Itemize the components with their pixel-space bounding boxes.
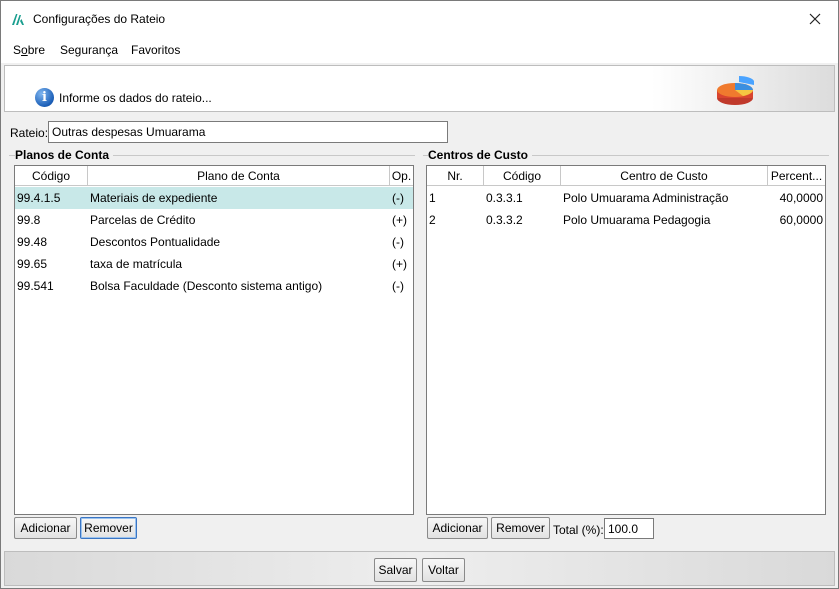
- cell-codigo: 99.48: [17, 235, 48, 249]
- col-nr[interactable]: Nr.: [427, 166, 484, 186]
- cell-codigo: 99.541: [17, 279, 54, 293]
- close-button[interactable]: [792, 1, 838, 37]
- planos-remove-button[interactable]: Remover: [80, 517, 137, 539]
- col-codigo[interactable]: Código: [15, 166, 88, 186]
- centros-table-header: Nr. Código Centro de Custo Percent...: [427, 166, 825, 186]
- col-plano-de-conta[interactable]: Plano de Conta: [88, 166, 390, 186]
- table-row[interactable]: 99.541 Bolsa Faculdade (Desconto sistema…: [15, 275, 413, 297]
- cell-plano: Parcelas de Crédito: [90, 213, 196, 227]
- menu-bar: Sobre Segurança Favoritos: [1, 37, 838, 63]
- col-codigo[interactable]: Código: [484, 166, 561, 186]
- col-op[interactable]: Op.: [390, 166, 413, 186]
- cell-op: (-): [392, 235, 404, 249]
- cell-percent: 60,0000: [779, 213, 823, 227]
- pie-chart-icon: [717, 76, 754, 105]
- rateio-label: Rateio:: [10, 126, 49, 140]
- table-row[interactable]: 99.48 Descontos Pontualidade (-): [15, 231, 413, 253]
- table-row[interactable]: 2 0.3.3.2 Polo Umuarama Pedagogia 60,000…: [427, 209, 825, 231]
- planos-add-button[interactable]: Adicionar: [14, 517, 77, 539]
- window-title: Configurações do Rateio: [33, 12, 166, 26]
- info-banner: i Informe os dados do rateio...: [4, 65, 835, 112]
- menu-favoritos[interactable]: Favoritos: [131, 43, 180, 57]
- menu-favoritos-label: Favoritos: [131, 43, 181, 57]
- table-row[interactable]: 99.8 Parcelas de Crédito (+): [15, 209, 413, 231]
- total-input[interactable]: [604, 518, 654, 539]
- cell-op: (-): [392, 191, 404, 205]
- centros-add-button[interactable]: Adicionar: [427, 517, 488, 539]
- menu-sobre-label: Sobre: [13, 43, 46, 57]
- total-label: Total (%):: [553, 523, 604, 537]
- cell-plano: Materiais de expediente: [90, 191, 218, 205]
- cell-codigo: 0.3.3.2: [486, 213, 523, 227]
- menu-seguranca-label: Segurança: [60, 43, 119, 57]
- centros-table[interactable]: Nr. Código Centro de Custo Percent... 1 …: [426, 165, 826, 515]
- title-bar[interactable]: Configurações do Rateio: [1, 1, 838, 37]
- col-percent[interactable]: Percent...: [768, 166, 825, 186]
- table-row[interactable]: 1 0.3.3.1 Polo Umuarama Administração 40…: [427, 187, 825, 209]
- cell-op: (+): [392, 213, 407, 227]
- cell-centro: Polo Umuarama Administração: [563, 191, 729, 205]
- cell-nr: 1: [429, 191, 436, 205]
- close-icon: [809, 13, 821, 25]
- cell-nr: 2: [429, 213, 436, 227]
- menu-seguranca[interactable]: Segurança: [60, 43, 118, 57]
- table-row[interactable]: 99.4.1.5 Materiais de expediente (-): [15, 187, 413, 209]
- cell-plano: taxa de matrícula: [90, 257, 183, 271]
- cell-codigo: 99.65: [17, 257, 48, 271]
- col-centro-de-custo[interactable]: Centro de Custo: [561, 166, 768, 186]
- cell-plano: Bolsa Faculdade (Desconto sistema antigo…: [90, 279, 323, 293]
- cell-plano: Descontos Pontualidade: [90, 235, 221, 249]
- centros-remove-button[interactable]: Remover: [491, 517, 550, 539]
- planos-table-header: Código Plano de Conta Op.: [15, 166, 413, 186]
- info-icon: i: [35, 88, 54, 107]
- cell-op: (-): [392, 279, 404, 293]
- planos-table[interactable]: Código Plano de Conta Op. 99.4.1.5 Mater…: [14, 165, 414, 515]
- footer-bar: [4, 551, 835, 586]
- centros-group-title: Centros de Custo: [428, 148, 533, 162]
- table-row[interactable]: 99.65 taxa de matrícula (+): [15, 253, 413, 275]
- cell-op: (+): [392, 257, 407, 271]
- planos-group-title: Planos de Conta: [15, 148, 114, 162]
- cell-codigo: 99.8: [17, 213, 41, 227]
- cell-codigo: 99.4.1.5: [17, 191, 61, 205]
- app-logo-icon: [12, 14, 24, 25]
- cell-codigo: 0.3.3.1: [486, 191, 523, 205]
- rateio-input[interactable]: [48, 121, 448, 143]
- menu-sobre[interactable]: Sobre: [13, 43, 45, 57]
- cell-centro: Polo Umuarama Pedagogia: [563, 213, 711, 227]
- back-button[interactable]: Voltar: [422, 558, 465, 582]
- banner-text: Informe os dados do rateio...: [59, 91, 212, 105]
- dialog-window: Configurações do Rateio Sobre Segurança …: [0, 0, 839, 589]
- save-button[interactable]: Salvar: [374, 558, 417, 582]
- cell-percent: 40,0000: [779, 191, 823, 205]
